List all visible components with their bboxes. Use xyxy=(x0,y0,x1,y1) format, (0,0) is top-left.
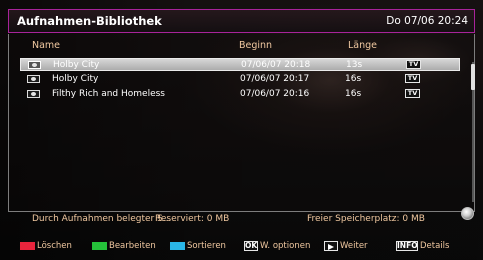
recording-begin: 07/06/07 20:17 xyxy=(240,74,310,84)
column-header-name[interactable]: Name xyxy=(32,40,60,51)
ok-key-icon: OK xyxy=(244,241,258,251)
green-key-icon xyxy=(92,242,107,250)
details-label: Details xyxy=(420,241,450,251)
recording-begin: 07/06/07 20:18 xyxy=(241,60,311,70)
recording-row[interactable]: Filthy Rich and Homeless 07/06/07 20:16 … xyxy=(20,88,460,101)
recording-icon xyxy=(27,90,40,98)
recording-icon xyxy=(27,75,40,83)
date-time: Do 07/06 20:24 xyxy=(386,15,468,27)
column-header-begin[interactable]: Beginn xyxy=(239,40,272,51)
options-key-hint[interactable]: OK W. optionen xyxy=(244,241,310,251)
column-header-length[interactable]: Länge xyxy=(348,40,377,51)
used-storage-label: Durch Aufnahmen belegter S... xyxy=(32,214,172,224)
reserved-storage-label: Reserviert: 0 MB xyxy=(155,214,230,224)
recording-length: 16s xyxy=(345,89,362,99)
red-key-icon xyxy=(20,242,35,250)
tv-badge-icon: TV xyxy=(405,74,420,83)
recording-length: 13s xyxy=(346,60,363,70)
tv-badge-icon: TV xyxy=(405,89,420,98)
delete-key-hint[interactable]: Löschen xyxy=(20,241,80,251)
tv-badge-icon: TV xyxy=(406,60,421,69)
sort-label: Sortieren xyxy=(187,241,226,251)
recording-begin: 07/06/07 20:16 xyxy=(240,89,310,99)
delete-label: Löschen xyxy=(37,241,72,251)
edit-key-hint[interactable]: Bearbeiten xyxy=(92,241,164,251)
options-label: W. optionen xyxy=(260,241,311,251)
recording-name: Holby City xyxy=(52,74,99,84)
recording-icon xyxy=(28,61,41,69)
next-key-hint[interactable]: Weiter xyxy=(324,241,374,251)
recording-row[interactable]: Holby City 07/06/07 20:17 16s TV xyxy=(20,73,460,86)
sort-key-hint[interactable]: Sortieren xyxy=(170,241,234,251)
info-key-icon: INFO xyxy=(396,241,418,251)
edit-label: Bearbeiten xyxy=(109,241,156,251)
disk-usage-icon xyxy=(461,207,474,220)
scrollbar-thumb[interactable] xyxy=(471,64,475,90)
play-key-icon xyxy=(324,241,338,251)
free-storage-label: Freier Speicherplatz: 0 MB xyxy=(307,214,425,224)
scrollbar[interactable] xyxy=(471,62,475,202)
recording-name: Filthy Rich and Homeless xyxy=(52,89,165,99)
page-title: Aufnahmen-Bibliothek xyxy=(17,14,162,28)
next-label: Weiter xyxy=(340,241,368,251)
recording-row[interactable]: Holby City 07/06/07 20:18 13s TV xyxy=(20,58,460,71)
recording-name: Holby City xyxy=(53,60,100,70)
recordings-library-screen: Aufnahmen-Bibliothek Do 07/06 20:24 Name… xyxy=(0,0,483,260)
title-bar: Aufnahmen-Bibliothek Do 07/06 20:24 xyxy=(8,9,475,33)
key-legend-bar: Löschen Bearbeiten Sortieren OK W. optio… xyxy=(0,236,483,256)
cyan-key-icon xyxy=(170,242,185,250)
recording-length: 16s xyxy=(345,74,362,84)
details-key-hint[interactable]: INFO Details xyxy=(396,241,466,251)
